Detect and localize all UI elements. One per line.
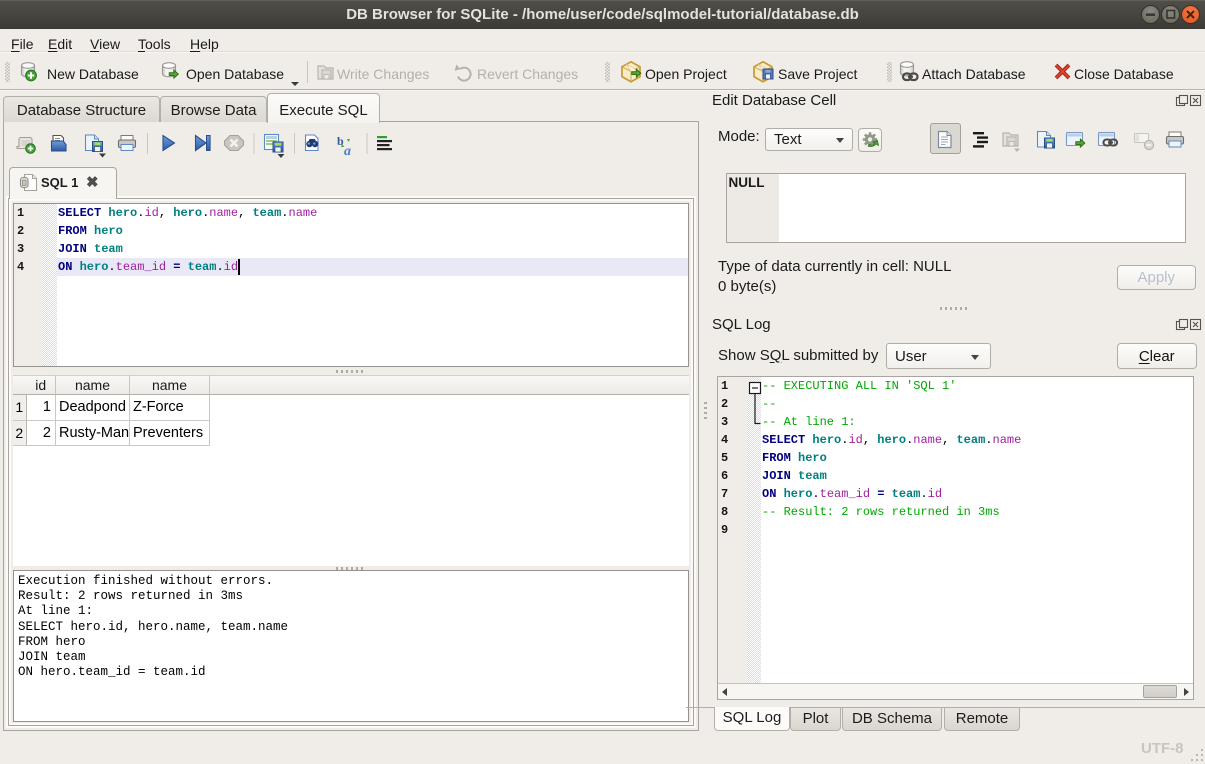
svg-text:a: a [344,144,351,159]
